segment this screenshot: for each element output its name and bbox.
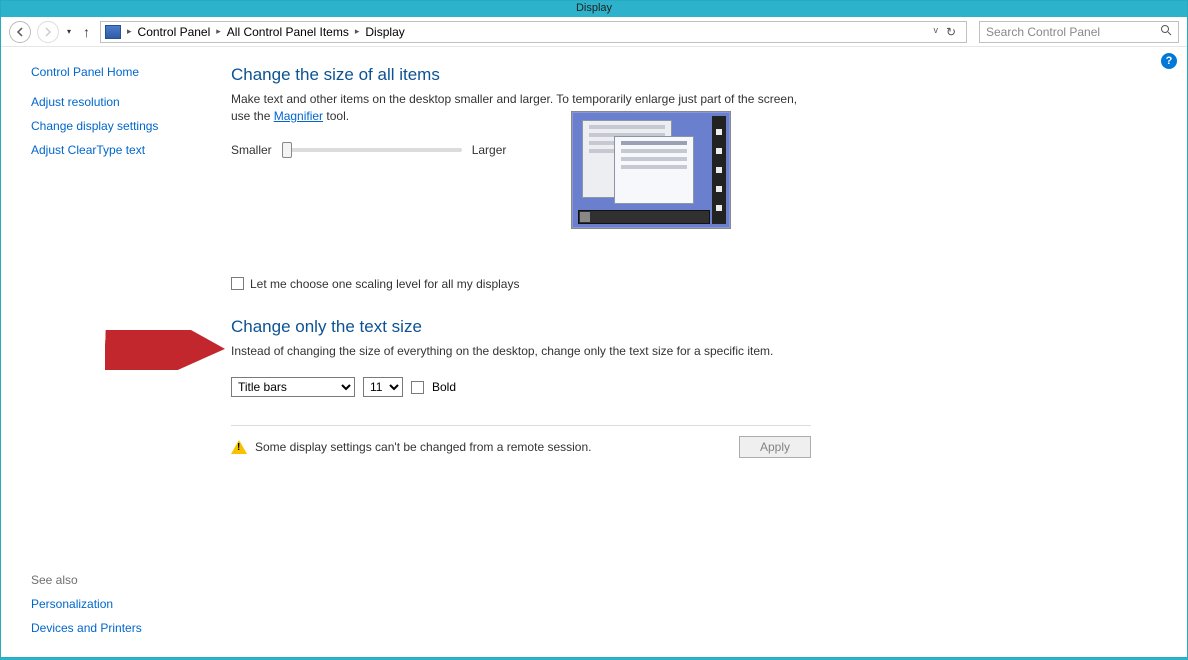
up-button[interactable]: ↑ — [79, 24, 94, 40]
refresh-icon[interactable]: ↻ — [946, 25, 956, 39]
display-icon — [105, 25, 121, 39]
breadcrumb-seg[interactable]: Control Panel — [134, 25, 215, 39]
chevron-right-icon[interactable]: ▸ — [214, 26, 223, 37]
sidebar-link-resolution[interactable]: Adjust resolution — [31, 95, 199, 109]
preview-image — [571, 111, 731, 229]
warning-icon — [231, 440, 247, 454]
sidebar-link-cleartype[interactable]: Adjust ClearType text — [31, 143, 199, 157]
scaling-checkbox-label: Let me choose one scaling level for all … — [250, 277, 519, 291]
recent-drop-icon[interactable]: ▾ — [65, 27, 73, 36]
seealso-personalization[interactable]: Personalization — [31, 597, 199, 611]
scaling-checkbox[interactable] — [231, 277, 244, 290]
main: Change the size of all items Make text a… — [211, 47, 1187, 657]
sidebar: Control Panel Home Adjust resolution Cha… — [1, 47, 211, 657]
window-title: Display — [576, 2, 612, 14]
label-larger: Larger — [472, 143, 507, 157]
search-box[interactable]: Search Control Panel — [979, 21, 1179, 43]
seealso-devices[interactable]: Devices and Printers — [31, 621, 199, 635]
address-bar[interactable]: ▸ Control Panel ▸ All Control Panel Item… — [100, 21, 967, 43]
label-smaller: Smaller — [231, 143, 272, 157]
back-button[interactable] — [9, 21, 31, 43]
slider-thumb[interactable] — [282, 142, 292, 158]
body: ? Control Panel Home Adjust resolution C… — [1, 47, 1187, 657]
address-drop-icon[interactable]: v — [933, 25, 938, 39]
titlebar: Display — [1, 1, 1187, 17]
sidebar-home[interactable]: Control Panel Home — [31, 65, 199, 79]
desc-text-size: Instead of changing the size of everythi… — [231, 343, 801, 360]
divider — [231, 425, 811, 426]
seealso-header: See also — [31, 573, 199, 587]
warning-text: Some display settings can't be changed f… — [255, 440, 591, 454]
heading-text-size: Change only the text size — [231, 317, 1157, 337]
text-size-controls: Title bars 11 Bold — [231, 377, 1157, 397]
magnifier-link[interactable]: Magnifier — [274, 109, 323, 123]
breadcrumb-seg[interactable]: Display — [361, 25, 408, 39]
search-placeholder: Search Control Panel — [986, 25, 1100, 39]
bold-checkbox[interactable] — [411, 381, 424, 394]
window: Display ▾ ↑ ▸ Control Panel ▸ All Contro… — [0, 0, 1188, 658]
breadcrumb-seg[interactable]: All Control Panel Items — [223, 25, 353, 39]
text-size-select[interactable]: 11 — [363, 377, 403, 397]
apply-button[interactable]: Apply — [739, 436, 811, 458]
chevron-right-icon[interactable]: ▸ — [353, 26, 362, 37]
text-item-select[interactable]: Title bars — [231, 377, 355, 397]
scaling-checkbox-row: Let me choose one scaling level for all … — [231, 277, 1157, 291]
footer-row: Some display settings can't be changed f… — [231, 436, 811, 458]
sidebar-link-display[interactable]: Change display settings — [31, 119, 199, 133]
chevron-right-icon[interactable]: ▸ — [125, 26, 134, 37]
scale-slider[interactable] — [282, 148, 462, 152]
search-icon[interactable] — [1160, 24, 1172, 39]
bold-label: Bold — [432, 380, 456, 394]
forward-button[interactable] — [37, 21, 59, 43]
heading-size-all: Change the size of all items — [231, 65, 1157, 85]
nav-bar: ▾ ↑ ▸ Control Panel ▸ All Control Panel … — [1, 17, 1187, 47]
